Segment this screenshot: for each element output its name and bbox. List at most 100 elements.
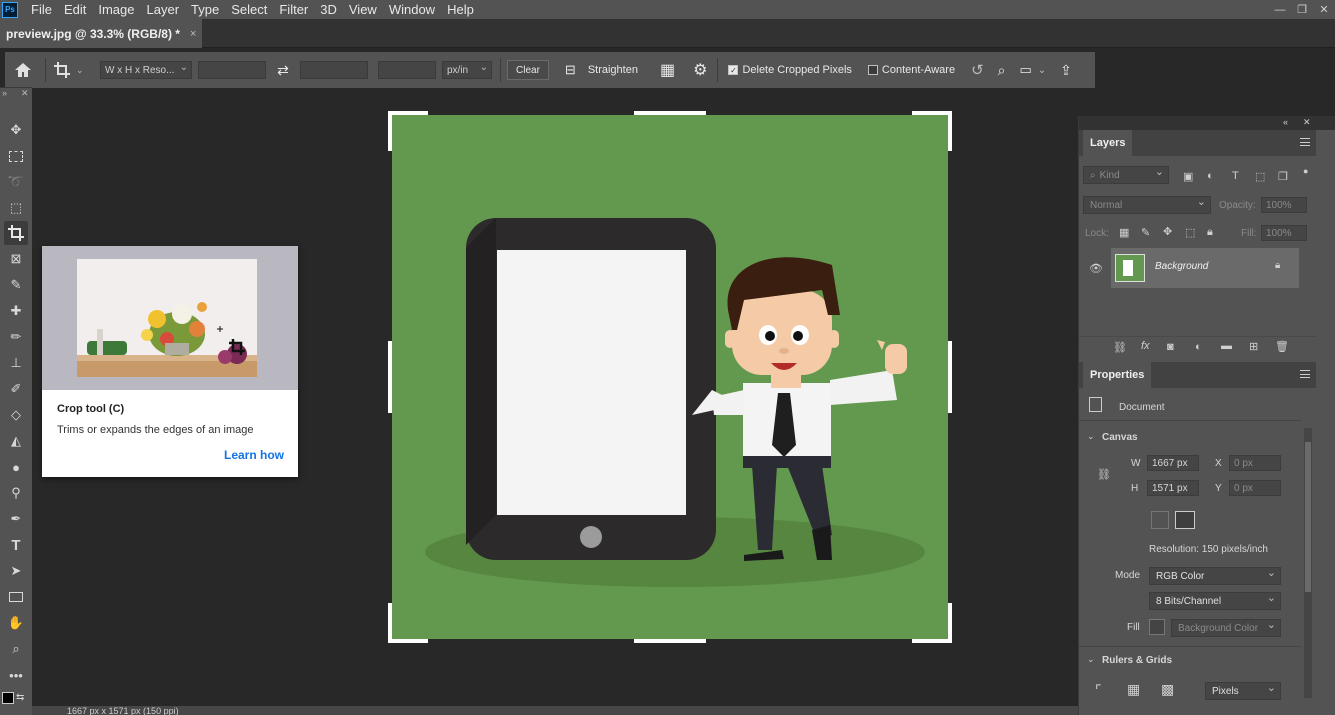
fx-icon[interactable]: fx bbox=[1141, 340, 1150, 352]
menu-select[interactable]: Select bbox=[225, 0, 273, 19]
menu-image[interactable]: Image bbox=[92, 0, 140, 19]
clone-stamp-tool-icon[interactable]: ⊥ bbox=[4, 351, 28, 375]
chevron-down-icon[interactable]: ⌄ bbox=[1038, 65, 1046, 76]
menu-view[interactable]: View bbox=[343, 0, 383, 19]
home-icon[interactable] bbox=[5, 62, 41, 78]
crop-frame[interactable] bbox=[388, 111, 952, 643]
move-tool-icon[interactable]: ✥ bbox=[4, 118, 28, 142]
grid-icon[interactable]: ▦ bbox=[1127, 681, 1140, 698]
crop-handle-bottom[interactable] bbox=[634, 639, 706, 643]
layer-filter-kind[interactable]: ⌕ Kind bbox=[1083, 165, 1169, 184]
fill-color-swatch[interactable] bbox=[1149, 619, 1165, 635]
menu-filter[interactable]: Filter bbox=[273, 0, 314, 19]
transparency-grid-icon[interactable]: ▩ bbox=[1161, 681, 1174, 698]
object-selection-tool-icon[interactable]: ⬚ bbox=[4, 196, 28, 220]
blend-mode-dropdown[interactable]: Normal bbox=[1083, 195, 1211, 214]
dodge-tool-icon[interactable]: ⚲ bbox=[4, 481, 28, 505]
delete-layer-icon[interactable]: 🗑︎ bbox=[1275, 340, 1289, 353]
layers-menu-icon[interactable] bbox=[1300, 138, 1310, 146]
frame-tool-icon[interactable]: ⊠ bbox=[4, 247, 28, 271]
color-mode-dropdown[interactable]: RGB Color bbox=[1149, 566, 1281, 585]
menu-edit[interactable]: Edit bbox=[58, 0, 92, 19]
crop-handle-right[interactable] bbox=[948, 341, 952, 413]
restore-button[interactable]: ❐ bbox=[1291, 0, 1313, 19]
menu-3d[interactable]: 3D bbox=[314, 0, 343, 19]
reset-icon[interactable]: ↺ bbox=[971, 61, 984, 79]
foreground-color-swatch[interactable] bbox=[2, 692, 14, 704]
learn-how-link[interactable]: Learn how bbox=[224, 448, 284, 462]
clear-button[interactable]: Clear bbox=[507, 60, 549, 80]
crop-handle-left[interactable] bbox=[388, 341, 392, 413]
add-mask-icon[interactable]: ◙ bbox=[1167, 341, 1174, 353]
eye-icon[interactable]: 👁︎ bbox=[1089, 262, 1103, 275]
lock-artboard-icon[interactable]: ⬚ bbox=[1185, 226, 1195, 239]
content-aware-checkbox[interactable]: Content-Aware bbox=[867, 64, 955, 76]
crop-tool-preset-icon[interactable]: ⌄ bbox=[54, 62, 94, 78]
crop-handle-top-right[interactable] bbox=[912, 111, 952, 115]
canvas-height-input[interactable]: 1571 px bbox=[1147, 480, 1199, 496]
menu-help[interactable]: Help bbox=[441, 0, 480, 19]
scrollbar-thumb[interactable] bbox=[1305, 442, 1311, 592]
zoom-tool-icon[interactable]: ⌕ bbox=[4, 637, 28, 661]
healing-brush-tool-icon[interactable]: ✚ bbox=[4, 299, 28, 323]
pen-tool-icon[interactable]: ✒ bbox=[4, 507, 28, 531]
crop-height-input[interactable] bbox=[300, 61, 368, 79]
photoshop-logo[interactable]: Ps bbox=[2, 1, 18, 18]
crop-resolution-input[interactable] bbox=[378, 61, 436, 79]
link-dimensions-icon[interactable]: ⛓ bbox=[1097, 468, 1111, 481]
chevron-down-icon[interactable]: ⌄ bbox=[1087, 431, 1095, 442]
workspace-icon[interactable]: ▭ bbox=[1019, 62, 1031, 78]
filter-adjustment-icon[interactable]: ◐ bbox=[1207, 170, 1214, 182]
landscape-orientation-icon[interactable] bbox=[1175, 511, 1195, 529]
rectangle-tool-icon[interactable] bbox=[4, 585, 28, 609]
crop-width-input[interactable] bbox=[198, 61, 266, 79]
menu-file[interactable]: File bbox=[25, 0, 58, 19]
lock-transparent-icon[interactable]: ▦ bbox=[1119, 226, 1129, 239]
eraser-tool-icon[interactable]: ◇ bbox=[4, 403, 28, 427]
marquee-tool-icon[interactable] bbox=[4, 144, 28, 168]
blur-tool-icon[interactable]: ● bbox=[4, 455, 28, 479]
crop-handle-top-left[interactable] bbox=[388, 111, 428, 115]
lock-position-icon[interactable]: ✥ bbox=[1163, 225, 1172, 238]
portrait-orientation-icon[interactable] bbox=[1151, 511, 1169, 529]
gear-icon[interactable]: ⚙ bbox=[693, 60, 707, 80]
chevron-down-icon[interactable]: ⌄ bbox=[1087, 654, 1095, 665]
history-brush-tool-icon[interactable]: ✐ bbox=[4, 377, 28, 401]
hand-tool-icon[interactable]: ✋ bbox=[4, 611, 28, 635]
resolution-unit-dropdown[interactable]: px/in ⌄ bbox=[442, 61, 492, 79]
lock-all-icon[interactable]: 🔒︎ bbox=[1207, 226, 1213, 239]
menu-layer[interactable]: Layer bbox=[141, 0, 186, 19]
lasso-tool-icon[interactable]: ➰ bbox=[4, 170, 28, 194]
filter-pixel-icon[interactable]: ▣ bbox=[1183, 170, 1193, 183]
brush-tool-icon[interactable]: ✏ bbox=[4, 325, 28, 349]
canvas-y-input[interactable]: 0 px bbox=[1229, 480, 1281, 496]
ratio-preset-dropdown[interactable]: W x H x Reso... ⌄ bbox=[100, 61, 192, 79]
eyedropper-tool-icon[interactable]: ✎ bbox=[4, 273, 28, 297]
straighten-icon[interactable]: ⊟ bbox=[565, 62, 576, 78]
opacity-input[interactable]: 100% bbox=[1261, 197, 1307, 213]
share-icon[interactable]: ⇪ bbox=[1060, 62, 1072, 79]
more-tools-icon[interactable]: ••• bbox=[4, 663, 28, 687]
lock-image-icon[interactable]: ✎ bbox=[1141, 226, 1150, 239]
canvas-width-input[interactable]: 1667 px bbox=[1147, 455, 1199, 471]
close-toolbar-icon[interactable]: ✕ bbox=[21, 88, 29, 99]
menu-type[interactable]: Type bbox=[185, 0, 225, 19]
canvas-x-input[interactable]: 0 px bbox=[1229, 455, 1281, 471]
crop-tool-icon[interactable] bbox=[4, 221, 28, 245]
overlay-grid-icon[interactable]: ▦ bbox=[660, 60, 675, 80]
close-panels-icon[interactable]: ✕ bbox=[1303, 117, 1311, 128]
swap-colors-icon[interactable]: ⇆ bbox=[16, 692, 24, 703]
link-layers-icon[interactable]: ⛓ bbox=[1113, 341, 1127, 354]
paint-bucket-tool-icon[interactable]: ◭ bbox=[4, 429, 28, 453]
fill-input[interactable]: 100% bbox=[1261, 225, 1307, 241]
tab-properties[interactable]: Properties bbox=[1083, 362, 1152, 388]
filter-toggle-icon[interactable]: ● bbox=[1303, 166, 1308, 176]
collapse-toolbar-icon[interactable]: » bbox=[2, 88, 7, 98]
document-tab[interactable]: preview.jpg @ 33.3% (RGB/8) * × bbox=[0, 19, 203, 48]
collapse-panels-icon[interactable]: « bbox=[1283, 117, 1288, 127]
close-button[interactable]: ✕ bbox=[1313, 0, 1335, 19]
new-layer-icon[interactable]: ⊞ bbox=[1249, 340, 1258, 353]
bit-depth-dropdown[interactable]: 8 Bits/Channel bbox=[1149, 591, 1281, 610]
filter-smart-object-icon[interactable]: ❐ bbox=[1278, 170, 1288, 183]
properties-menu-icon[interactable] bbox=[1300, 370, 1310, 378]
